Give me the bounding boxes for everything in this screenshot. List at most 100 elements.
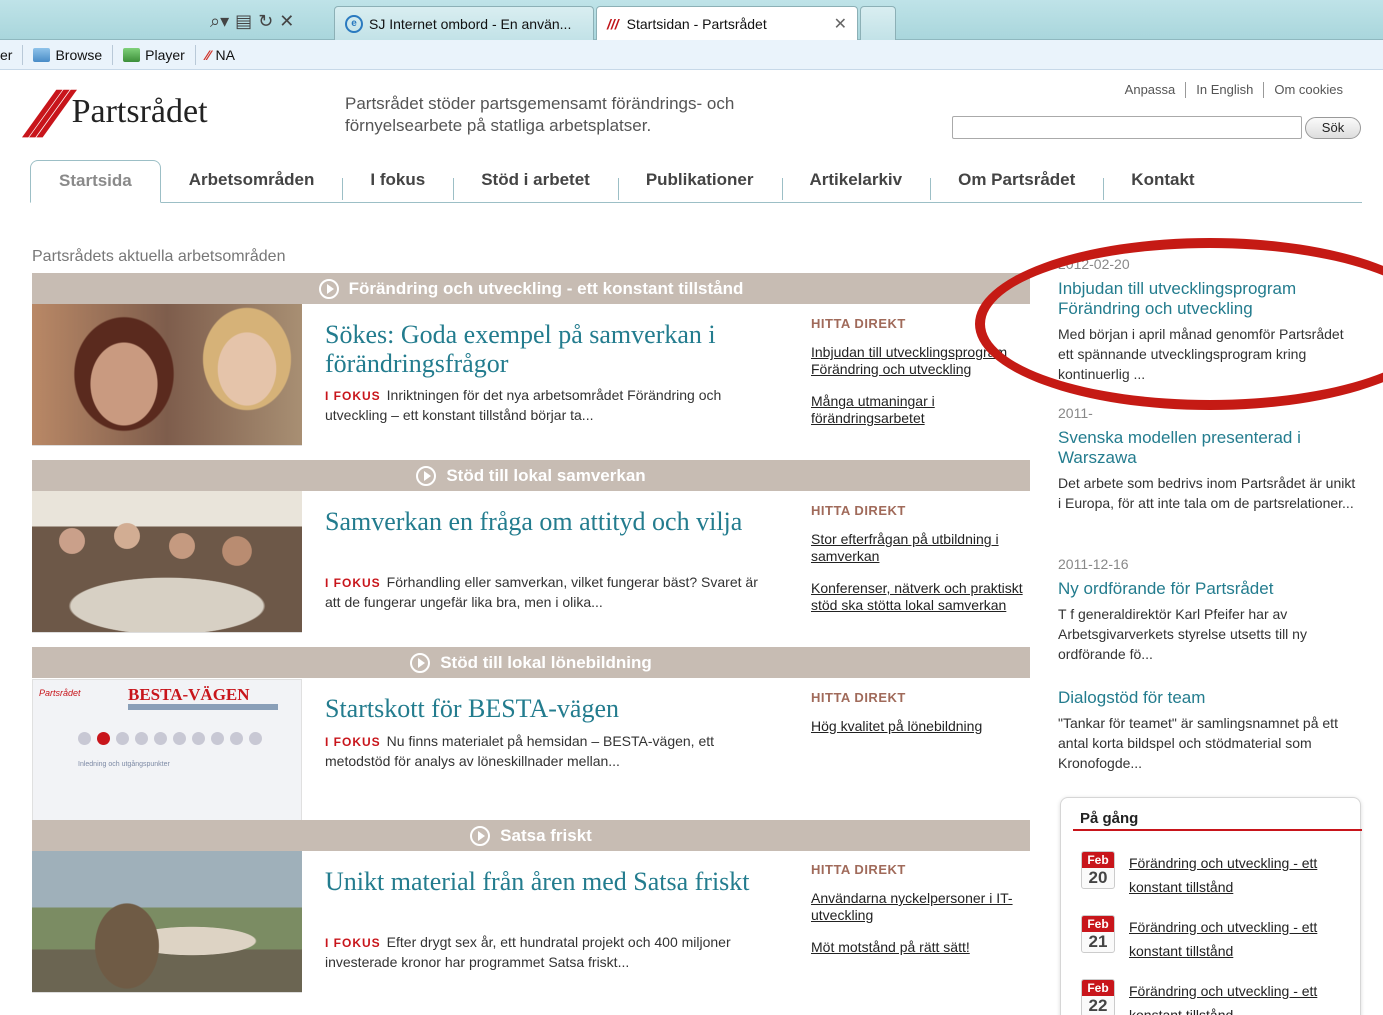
hitta-direkt: HITTA DIREKT Användarna nyckelpersoner i… — [811, 862, 1036, 971]
calendar-icon: Feb 22 — [1081, 979, 1115, 1015]
link-om-cookies[interactable]: Om cookies — [1263, 82, 1353, 98]
news-item: 2011- Svenska modellen presenterad i War… — [1058, 405, 1358, 513]
nav-stod-i-arbetet[interactable]: Stöd i arbetet — [453, 160, 618, 202]
section-band[interactable]: Stöd till lokal samverkan — [32, 460, 1030, 491]
article-photo[interactable] — [32, 851, 302, 993]
news-title[interactable]: Dialogstöd för team — [1058, 688, 1358, 708]
ie-icon: e — [345, 14, 363, 33]
article-photo[interactable] — [32, 491, 302, 633]
article-title[interactable]: Unikt material från åren med Satsa frisk… — [325, 867, 785, 896]
event-link[interactable]: Förändring och utveckling - ett konstant… — [1129, 915, 1339, 963]
main-nav: Startsida Arbetsområden I fokus Stöd i a… — [30, 160, 1362, 203]
hitta-direkt: HITTA DIREKT Hög kvalitet på lönebildnin… — [811, 690, 1036, 750]
search-input[interactable] — [952, 116, 1302, 139]
event-item[interactable]: Feb 22 Förändring och utveckling - ett k… — [1081, 979, 1351, 1015]
stop-icon[interactable]: ✕ — [279, 11, 294, 32]
teaser-text: Inriktningen för det nya arbetsområdet F… — [325, 387, 722, 423]
band-label: Stöd till lokal samverkan — [446, 465, 646, 485]
news-item: Dialogstöd för team "Tankar för teamet" … — [1058, 688, 1358, 773]
event-month: Feb — [1082, 852, 1114, 868]
hitta-link[interactable]: Hög kvalitet på lönebildning — [811, 718, 1036, 735]
article-teaser: I FOKUS Nu finns materialet på hemsidan –… — [325, 732, 770, 771]
article-title[interactable]: Sökes: Goda exempel på samverkan i förän… — [325, 320, 785, 378]
nav-publikationer[interactable]: Publikationer — [617, 160, 782, 202]
close-icon[interactable]: ✕ — [834, 14, 847, 34]
logo-mark-icon: /// — [24, 78, 61, 146]
article-teaser: I FOKUS Inriktningen för det nya arbetsom… — [325, 386, 770, 425]
news-title[interactable]: Svenska modellen presenterad i Warszawa — [1058, 428, 1358, 468]
hitta-link[interactable]: Stor efterfrågan på utbildning i samverk… — [811, 531, 1036, 565]
article-photo[interactable]: Partsrådet BESTA-VÄGEN Inledning och utg… — [32, 679, 302, 821]
hitta-direkt-label: HITTA DIREKT — [811, 503, 906, 518]
band-label: Stöd till lokal lönebildning — [440, 652, 652, 672]
news-title[interactable]: Ny ordförande för Partsrådet — [1058, 579, 1358, 599]
article-title[interactable]: Startskott för BESTA-vägen — [325, 694, 785, 723]
favorites-bar: er Browse Player ⁄⁄ NA — [0, 40, 1383, 70]
link-anpassa[interactable]: Anpassa — [1115, 82, 1186, 98]
logo-text: Partsrådet — [71, 93, 208, 130]
teaser-text: Nu finns materialet på hemsidan – BESTA-… — [325, 733, 715, 769]
nav-om-partsradet[interactable]: Om Partsrådet — [930, 160, 1103, 202]
news-date: 2011- — [1058, 405, 1093, 421]
pa-gang-box: På gång Feb 20 Förändring och utveckling… — [1060, 797, 1362, 1015]
partsradet-favicon: /// — [607, 16, 619, 32]
browser-tab-partsradet[interactable]: /// Startsidan - Partsrådet ✕ — [596, 6, 858, 41]
section-band[interactable]: Stöd till lokal lönebildning — [32, 647, 1030, 678]
site-logo[interactable]: /// Partsrådet — [25, 78, 282, 146]
article-photo[interactable] — [32, 304, 302, 446]
play-icon — [470, 825, 491, 846]
search-icon[interactable]: ⌕▾ — [210, 11, 229, 32]
article-teaser: I FOKUS Förhandling eller samverkan, vilk… — [325, 573, 770, 612]
event-item[interactable]: Feb 20 Förändring och utveckling - ett k… — [1081, 851, 1351, 901]
favorites-item-player[interactable]: Player — [113, 44, 196, 65]
band-label: Satsa friskt — [500, 825, 592, 845]
favorites-item-label: er — [0, 46, 13, 63]
event-link[interactable]: Förändring och utveckling - ett konstant… — [1129, 851, 1339, 899]
link-in-english[interactable]: In English — [1185, 82, 1263, 98]
nav-arbetsomraden[interactable]: Arbetsområden — [161, 160, 343, 202]
section-heading: Partsrådets aktuella arbetsområden — [32, 248, 286, 265]
news-item: 2011-12-16 Ny ordförande för Partsrådet … — [1058, 556, 1358, 664]
teaser-text: Förhandling eller samverkan, vilket fung… — [325, 574, 758, 610]
article-title[interactable]: Samverkan en fråga om attityd och vilja — [325, 507, 785, 536]
player-icon — [123, 47, 141, 62]
besta-logo: Partsrådet — [39, 688, 81, 698]
hitta-direkt: HITTA DIREKT Stor efterfrågan på utbildn… — [811, 503, 1036, 629]
hitta-link[interactable]: Konferenser, nätverk och praktiskt stöd … — [811, 580, 1036, 614]
browser-tab-sj[interactable]: e SJ Internet ombord - En använ... — [334, 6, 594, 40]
favorites-item-browse[interactable]: Browse — [23, 44, 114, 65]
browser-tab-bar: ⌕▾ ▤ ↻ ✕ e SJ Internet ombord - En använ… — [0, 0, 1383, 41]
top-links: Anpassa In English Om cookies — [1115, 82, 1353, 98]
section-band[interactable]: Satsa friskt — [32, 820, 1030, 851]
hitta-link[interactable]: Många utmaningar i förändringsarbetet — [811, 393, 1036, 427]
tab-label: Startsidan - Partsrådet — [626, 16, 767, 32]
compatibility-icon[interactable]: ▤ — [235, 11, 252, 32]
nav-artikelarkiv[interactable]: Artikelarkiv — [781, 160, 931, 202]
nav-kontakt[interactable]: Kontakt — [1103, 160, 1222, 202]
nav-i-fokus[interactable]: I fokus — [342, 160, 453, 202]
news-title[interactable]: Inbjudan till utvecklingsprogram Förändr… — [1058, 279, 1358, 319]
new-tab-button[interactable] — [860, 6, 896, 40]
play-icon — [318, 278, 339, 299]
favorites-item[interactable]: er — [0, 44, 24, 65]
fokus-label: I FOKUS — [325, 735, 381, 749]
besta-thumbnail: Partsrådet BESTA-VÄGEN Inledning och utg… — [33, 680, 301, 820]
pa-gang-heading: På gång — [1080, 810, 1139, 827]
section-band[interactable]: Förändring och utveckling - ett konstant… — [32, 273, 1030, 304]
nav-startsida[interactable]: Startsida — [30, 160, 161, 203]
hitta-link[interactable]: Inbjudan till utvecklingsprogram Förändr… — [811, 344, 1036, 378]
event-link[interactable]: Förändring och utveckling - ett konstant… — [1129, 979, 1339, 1015]
refresh-icon[interactable]: ↻ — [258, 11, 273, 32]
news-date: 2012-02-20 — [1058, 256, 1130, 272]
favorites-item-label: NA — [215, 46, 235, 63]
event-item[interactable]: Feb 21 Förändring och utveckling - ett k… — [1081, 915, 1351, 965]
hitta-link[interactable]: Möt motstånd på rätt sätt! — [811, 939, 1036, 956]
news-desc: Det arbete som bedrivs inom Partsrådet ä… — [1058, 475, 1356, 511]
news-date: 2011-12-16 — [1058, 556, 1129, 572]
band-label: Förändring och utveckling - ett konstant… — [348, 278, 744, 298]
hitta-link[interactable]: Användarna nyckelpersoner i IT-utvecklin… — [811, 890, 1036, 924]
favorites-item-label: Player — [145, 46, 185, 63]
besta-text: Inledning och utgångspunkter — [78, 761, 170, 768]
favorites-item-na[interactable]: ⁄⁄ NA — [196, 45, 245, 65]
search-button[interactable]: Sök — [1305, 117, 1361, 139]
